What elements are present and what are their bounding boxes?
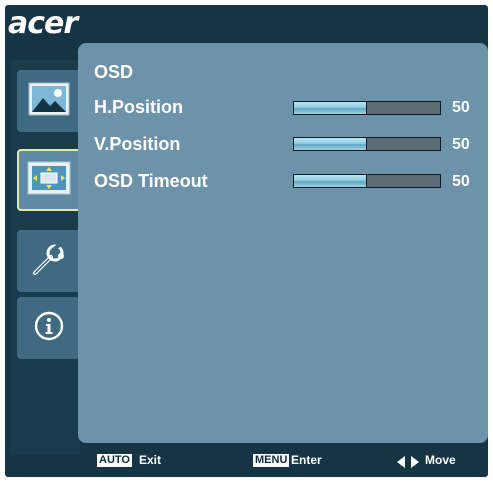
v-position-label: V.Position [94,134,181,154]
v-position-slider-fill [294,138,367,150]
sidebar [11,60,81,455]
h-position-label: H.Position [94,97,183,117]
menu-key[interactable]: MENU [253,454,290,467]
settings-wrench-icon [29,239,69,284]
sidebar-item-information[interactable] [17,297,81,359]
osd-frame: acer [5,5,488,477]
page-title: OSD [94,62,134,82]
osd-timeout-value: 50 [452,173,470,190]
sidebar-item-position[interactable] [17,149,81,211]
v-position-slider[interactable] [293,137,441,151]
osd-timeout-label: OSD Timeout [94,171,208,191]
v-position-value: 50 [452,136,470,153]
position-icon [27,161,71,200]
exit-label: Exit [139,453,162,467]
enter-label: Enter [291,453,322,467]
h-position-slider-fill [294,102,367,114]
move-label: Move [425,453,456,467]
auto-key[interactable]: AUTO [97,454,132,467]
monitor-screen: acer OSD H.Position 50 V.Position 50 OSD… [0,0,493,482]
h-position-value: 50 [452,99,470,116]
sidebar-item-settings[interactable] [17,230,81,292]
info-icon [34,311,64,346]
footer-bar: AUTO Exit MENU Enter Move [5,450,488,472]
acer-logo: acer [8,6,78,41]
picture-icon [28,82,70,121]
osd-timeout-slider[interactable] [293,174,441,188]
sidebar-item-picture[interactable] [17,70,81,132]
h-position-slider[interactable] [293,101,441,115]
osd-timeout-slider-fill [294,175,367,187]
left-right-arrows-icon [397,455,419,473]
